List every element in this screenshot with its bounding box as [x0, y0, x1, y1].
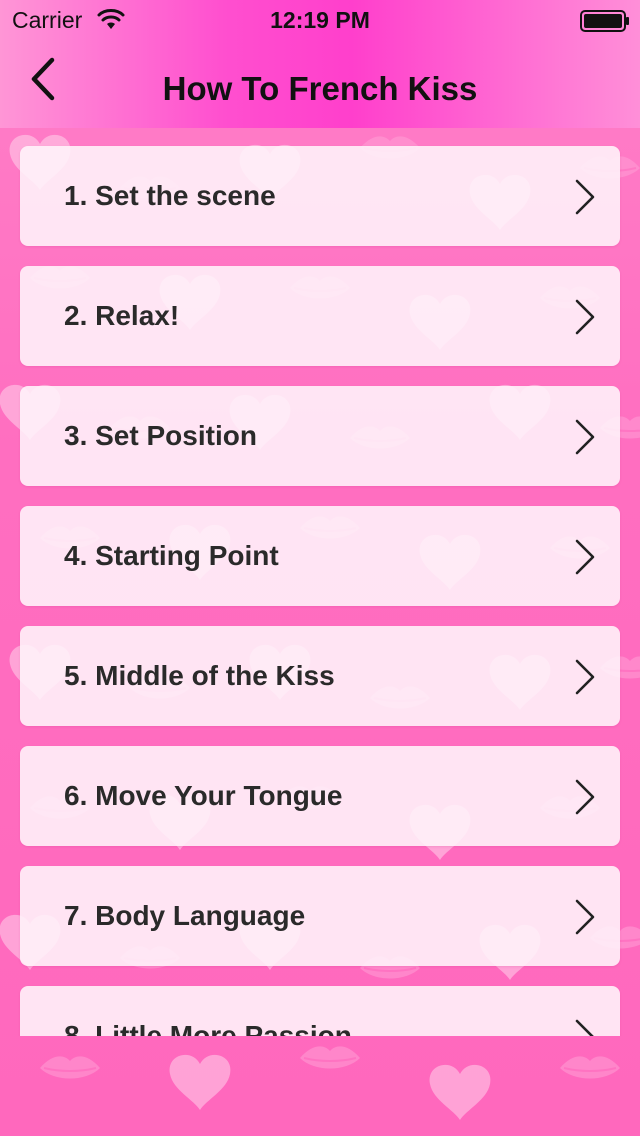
list-item-set-position[interactable]: 3. Set Position	[20, 386, 620, 486]
chevron-right-icon	[575, 299, 595, 335]
list-item-label: 2. Relax!	[64, 300, 180, 331]
list-item-body-language[interactable]: 7. Body Language	[20, 866, 620, 966]
list-item-label: 8. Little More Passion	[64, 1020, 352, 1036]
navigation-bar: Carrier 12:19 PM How To French Kiss	[0, 0, 640, 128]
list-item-move-your-tongue[interactable]: 6. Move Your Tongue	[20, 746, 620, 846]
list-item-label: 7. Body Language	[64, 900, 306, 931]
chevron-right-icon	[575, 539, 595, 575]
list-item-little-more-passion[interactable]: 8. Little More Passion	[20, 986, 620, 1036]
list-item-middle-of-the-kiss[interactable]: 5. Middle of the Kiss	[20, 626, 620, 726]
chevron-right-icon	[575, 1019, 594, 1036]
status-time: 12:19 PM	[270, 7, 370, 33]
status-bar: Carrier 12:19 PM	[0, 0, 640, 40]
chevron-right-icon	[575, 179, 595, 215]
list-item-relax[interactable]: 2. Relax!	[20, 266, 620, 366]
chevron-right-icon	[575, 899, 595, 935]
chevron-right-icon	[575, 419, 595, 455]
list-item-label: 3. Set Position	[64, 420, 257, 451]
screen: Carrier 12:19 PM How To French Kiss 1. S…	[0, 0, 640, 1136]
chevron-right-icon	[575, 659, 595, 695]
page-title: How To French Kiss	[162, 70, 478, 107]
list-item-label: 4. Starting Point	[64, 540, 279, 571]
list-item-set-the-scene[interactable]: 1. Set the scene	[20, 146, 620, 246]
list-item-label: 6. Move Your Tongue	[64, 780, 343, 811]
chevron-right-icon	[575, 779, 595, 815]
battery-icon	[580, 10, 629, 32]
list-item-label: 5. Middle of the Kiss	[64, 660, 335, 691]
steps-list[interactable]: 1. Set the scene 2. Relax! 3. Set Positi…	[0, 128, 640, 1036]
list-item-label: 1. Set the scene	[64, 180, 276, 211]
list-item-starting-point[interactable]: 4. Starting Point	[20, 506, 620, 606]
